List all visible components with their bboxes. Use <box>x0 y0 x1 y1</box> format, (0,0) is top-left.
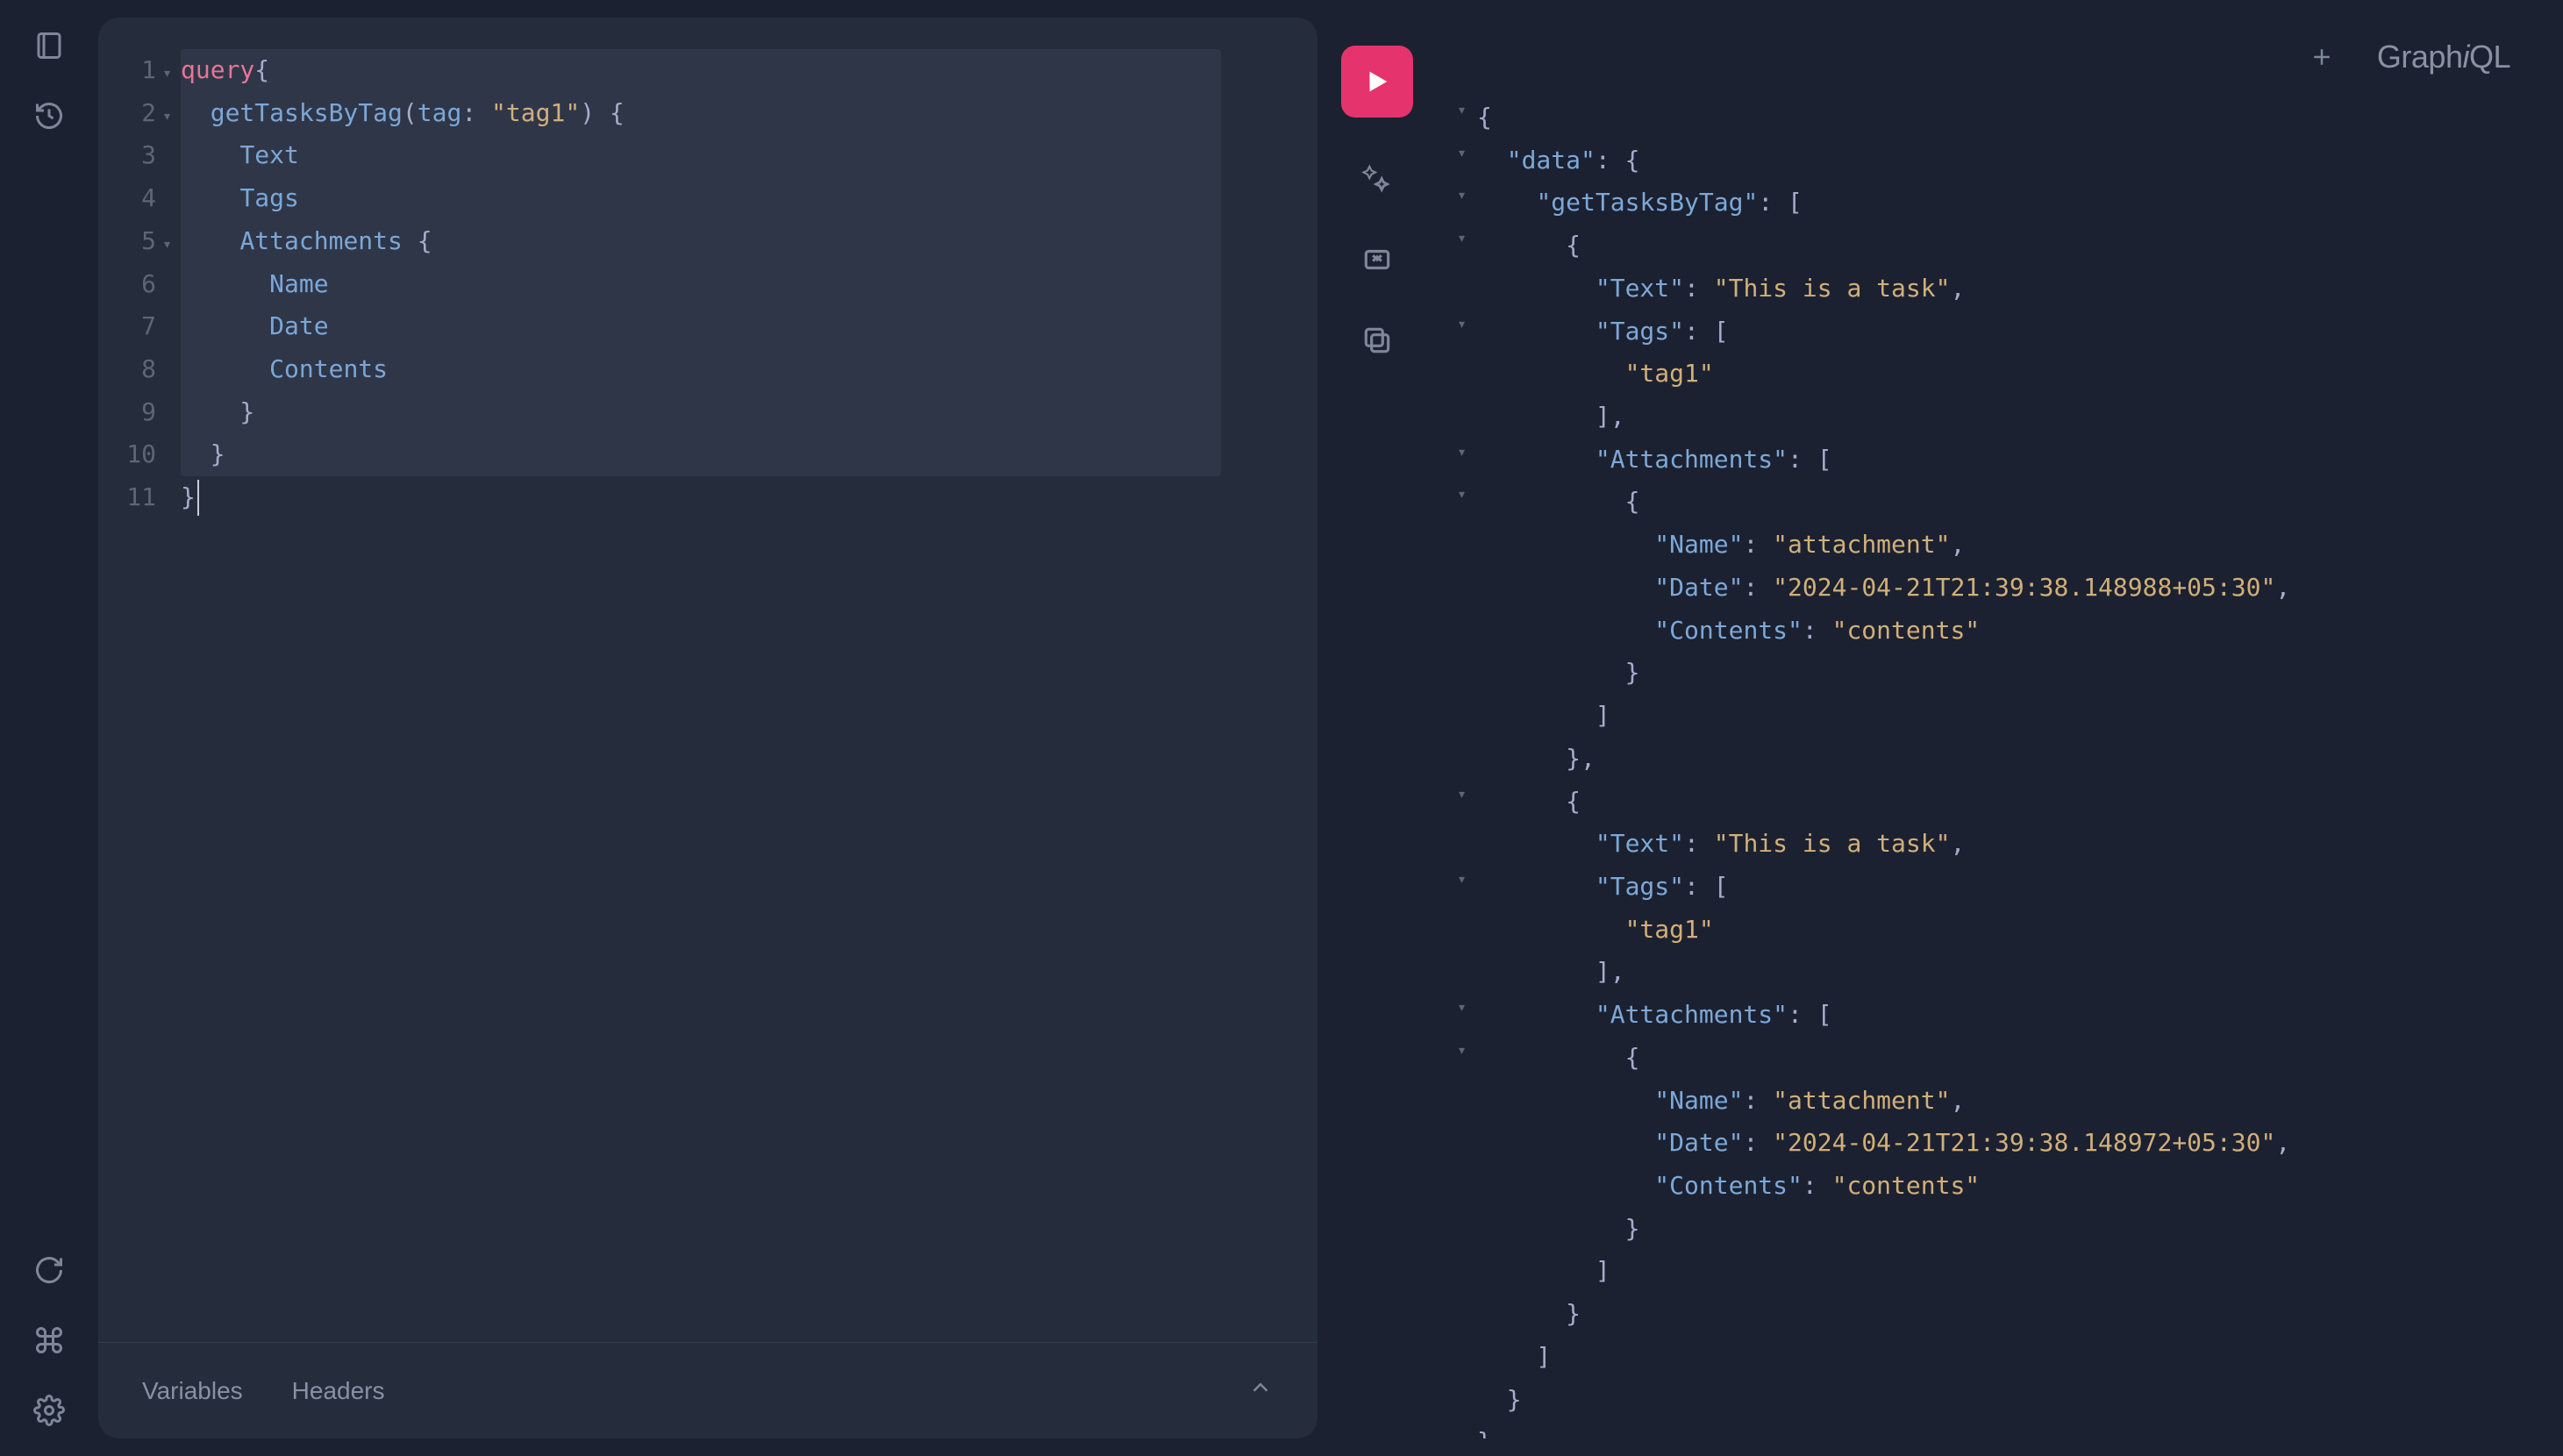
variables-tab[interactable]: Variables <box>142 1377 243 1405</box>
merge-icon[interactable] <box>1358 240 1396 279</box>
refresh-icon[interactable] <box>30 1251 68 1289</box>
editor-bottom-bar: Variables Headers <box>98 1342 1317 1438</box>
response-panel: GraphiQL ▾▾▾▾▾▾▾▾▾▾▾ { "data": { "getTas… <box>1437 18 2545 1438</box>
response-header: GraphiQL <box>1437 18 2545 96</box>
add-tab-icon[interactable] <box>2309 44 2335 70</box>
shortcuts-icon[interactable] <box>30 1321 68 1360</box>
copy-icon[interactable] <box>1358 321 1396 360</box>
execute-button[interactable] <box>1341 46 1413 118</box>
sidebar <box>0 0 98 1456</box>
docs-icon[interactable] <box>30 26 68 65</box>
prettify-icon[interactable] <box>1358 160 1396 198</box>
response-body[interactable]: ▾▾▾▾▾▾▾▾▾▾▾ { "data": { "getTasksByTag":… <box>1437 96 2545 1438</box>
headers-tab[interactable]: Headers <box>292 1377 385 1405</box>
graphiql-logo: GraphiQL <box>2377 39 2510 75</box>
response-gutter: ▾▾▾▾▾▾▾▾▾▾▾ <box>1446 96 1477 1421</box>
response-code: { "data": { "getTasksByTag": [ { "Text":… <box>1477 96 2290 1421</box>
history-icon[interactable] <box>30 96 68 135</box>
chevron-up-icon[interactable] <box>1247 1374 1274 1407</box>
query-gutter: 1▾2▾345▾67891011 <box>125 49 181 1324</box>
query-editor[interactable]: 1▾2▾345▾67891011 query{ getTasksByTag(ta… <box>98 18 1317 1342</box>
app-root: 1▾2▾345▾67891011 query{ getTasksByTag(ta… <box>0 0 2563 1456</box>
editor-toolbar <box>1333 18 1421 1438</box>
query-panel: 1▾2▾345▾67891011 query{ getTasksByTag(ta… <box>98 18 1317 1438</box>
query-code[interactable]: query{ getTasksByTag(tag: "tag1") { Text… <box>181 49 1291 519</box>
main: 1▾2▾345▾67891011 query{ getTasksByTag(ta… <box>98 0 2563 1456</box>
settings-icon[interactable] <box>30 1391 68 1430</box>
